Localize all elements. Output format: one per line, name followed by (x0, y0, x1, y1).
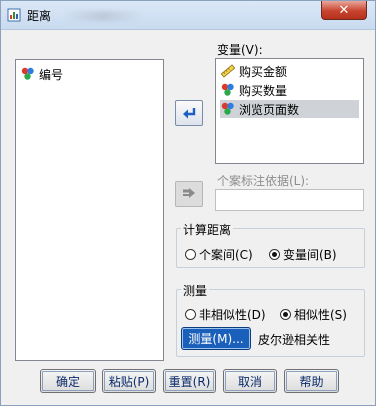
compute-distance-title: 计算距离 (181, 221, 234, 238)
app-icon (7, 8, 21, 22)
list-item-label: 浏览页面数 (239, 102, 300, 117)
title-blur (63, 11, 143, 21)
ok-button[interactable]: 确定 (40, 369, 96, 393)
move-case-label-button[interactable] (175, 181, 203, 207)
list-item[interactable]: 购买数量 (220, 81, 359, 99)
case-label-label: 个案标注依据(L): (217, 174, 310, 188)
list-item-label: 编号 (39, 67, 64, 82)
similarities-radio-label: 相似性(S) (294, 308, 347, 322)
arrow-right-icon (183, 188, 195, 198)
close-button[interactable]: ✕ (321, 1, 367, 20)
radio-circle (185, 309, 196, 320)
cancel-button[interactable]: 取消 (223, 369, 277, 393)
scale-variable-icon (220, 64, 236, 78)
source-variable-list[interactable]: 编号 (15, 59, 164, 361)
list-item-label: 购买金额 (239, 64, 288, 79)
radio-circle (269, 249, 280, 260)
variables-radio[interactable]: 变量间(B) (269, 246, 337, 263)
list-item-selected[interactable]: 浏览页面数 (220, 100, 359, 118)
variables-label: 变量(V): (217, 43, 263, 57)
nominal-variable-icon (221, 83, 234, 96)
distance-dialog: 距离 ✕ 编号 变量(V): 购买金额 购买数量 浏览页面数 个案标注依据(L)… (0, 0, 376, 406)
cases-radio-label: 个案间(C) (199, 248, 253, 262)
list-item[interactable]: 编号 (20, 65, 63, 83)
arrow-left-icon (183, 108, 196, 119)
case-label-field[interactable] (215, 189, 364, 211)
nominal-variable-icon (221, 102, 234, 115)
paste-button[interactable]: 粘贴(P) (102, 369, 156, 393)
measure-button[interactable]: 测量(M)... (181, 327, 251, 350)
radio-circle (280, 309, 291, 320)
nominal-variable-icon (21, 67, 34, 80)
help-button[interactable]: 帮助 (284, 369, 339, 393)
measure-title: 测量 (181, 282, 210, 299)
list-item[interactable]: 购买金额 (220, 62, 359, 80)
window-title: 距离 (27, 9, 52, 23)
title-bar: 距离 ✕ (1, 1, 375, 30)
similarities-radio[interactable]: 相似性(S) (280, 306, 347, 323)
radio-circle (185, 249, 196, 260)
dissimilarities-radio-label: 非相似性(D) (199, 308, 266, 322)
measure-current: 皮尔逊相关性 (258, 333, 331, 347)
cases-radio[interactable]: 个案间(C) (185, 246, 253, 263)
dissimilarities-radio[interactable]: 非相似性(D) (185, 306, 266, 323)
variables-list[interactable]: 购买金额 购买数量 浏览页面数 (215, 58, 364, 164)
list-item-label: 购买数量 (239, 83, 288, 98)
move-variable-button[interactable] (175, 100, 203, 126)
reset-button[interactable]: 重置(R) (163, 369, 216, 393)
variables-radio-label: 变量间(B) (283, 248, 337, 262)
